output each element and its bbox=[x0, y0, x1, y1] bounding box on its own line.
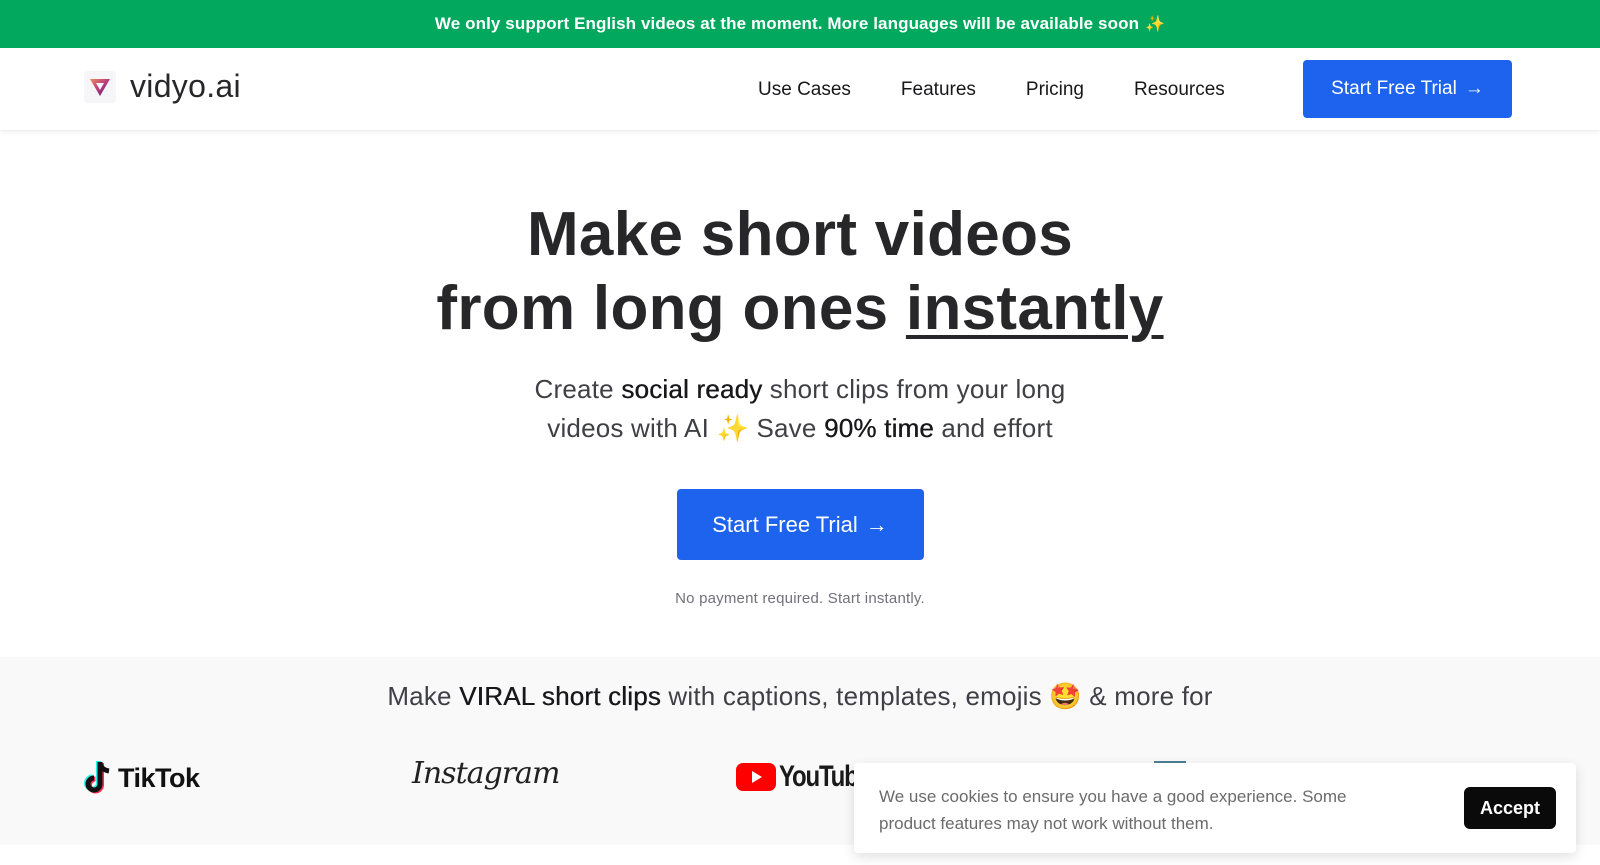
subtitle-text: short clips from your long bbox=[762, 374, 1066, 404]
hero-title-emphasis: instantly bbox=[905, 274, 1164, 343]
hero-cta-label: Start Free Trial bbox=[712, 511, 858, 537]
tagline-text: with captions, templates, emojis bbox=[660, 681, 1050, 711]
tagline-bold: VIRAL short clips bbox=[459, 681, 661, 711]
header-start-free-trial-button[interactable]: Start Free Trial → bbox=[1303, 60, 1512, 118]
nav-use-cases[interactable]: Use Cases bbox=[758, 79, 851, 101]
subtitle-text: videos with AI bbox=[547, 413, 717, 443]
star-struck-emoji-icon: 🤩 bbox=[1049, 681, 1082, 711]
tagline-text: Make bbox=[387, 681, 460, 711]
banner-text: We only support English videos at the mo… bbox=[434, 14, 1140, 33]
navbar: vidyo.ai Use Cases Features Pricing Reso… bbox=[0, 48, 1600, 131]
hero-title-line2: from long ones bbox=[436, 274, 906, 343]
logo-text: vidyo.ai bbox=[130, 68, 241, 104]
subtitle-text: Create bbox=[534, 374, 622, 404]
main-nav: Use Cases Features Pricing Resources bbox=[758, 48, 1225, 131]
cookie-consent-banner: We use cookies to ensure you have a good… bbox=[854, 763, 1576, 853]
subtitle-text: Save bbox=[749, 413, 824, 443]
hero-section: Make short videos from long ones instant… bbox=[0, 198, 1600, 607]
instagram-logo: Instagram bbox=[412, 756, 560, 791]
vidyo-logo-icon bbox=[84, 70, 116, 103]
arrow-right-icon: → bbox=[865, 511, 888, 537]
sparkles-icon: ✨ bbox=[716, 413, 750, 443]
sparkles-icon: ✨ bbox=[1145, 16, 1166, 33]
tiktok-wordmark: TikTok bbox=[118, 762, 200, 793]
header-cta-label: Start Free Trial bbox=[1331, 78, 1457, 99]
no-payment-note: No payment required. Start instantly. bbox=[675, 590, 925, 607]
announcement-banner: We only support English videos at the mo… bbox=[0, 0, 1600, 48]
hero-title: Make short videos from long ones instant… bbox=[0, 198, 1600, 346]
subtitle-bold: 90% time bbox=[823, 413, 934, 443]
cookie-message: We use cookies to ensure you have a good… bbox=[879, 787, 1347, 833]
subtitle-text: and effort bbox=[933, 413, 1053, 443]
platforms-tagline: Make VIRAL short clips with captions, te… bbox=[0, 681, 1600, 712]
hero-start-free-trial-button[interactable]: Start Free Trial → bbox=[676, 489, 924, 560]
subtitle-bold: social ready bbox=[621, 374, 763, 404]
hero-title-line1: Make short videos bbox=[526, 200, 1074, 269]
tiktok-logo: TikTok bbox=[84, 760, 200, 796]
arrow-right-icon: → bbox=[1464, 78, 1484, 99]
tagline-text: & more for bbox=[1081, 681, 1213, 711]
logo-link[interactable]: vidyo.ai bbox=[84, 68, 241, 105]
accept-cookies-button[interactable]: Accept bbox=[1464, 787, 1556, 829]
nav-resources[interactable]: Resources bbox=[1134, 79, 1225, 101]
nav-pricing[interactable]: Pricing bbox=[1026, 79, 1084, 101]
nav-features[interactable]: Features bbox=[901, 79, 976, 101]
instagram-logo-icon: Instagram bbox=[412, 756, 560, 791]
tiktok-logo-icon bbox=[84, 761, 110, 794]
youtube-play-icon bbox=[736, 763, 776, 791]
hero-subtitle: Create social ready short clips from you… bbox=[0, 370, 1600, 448]
